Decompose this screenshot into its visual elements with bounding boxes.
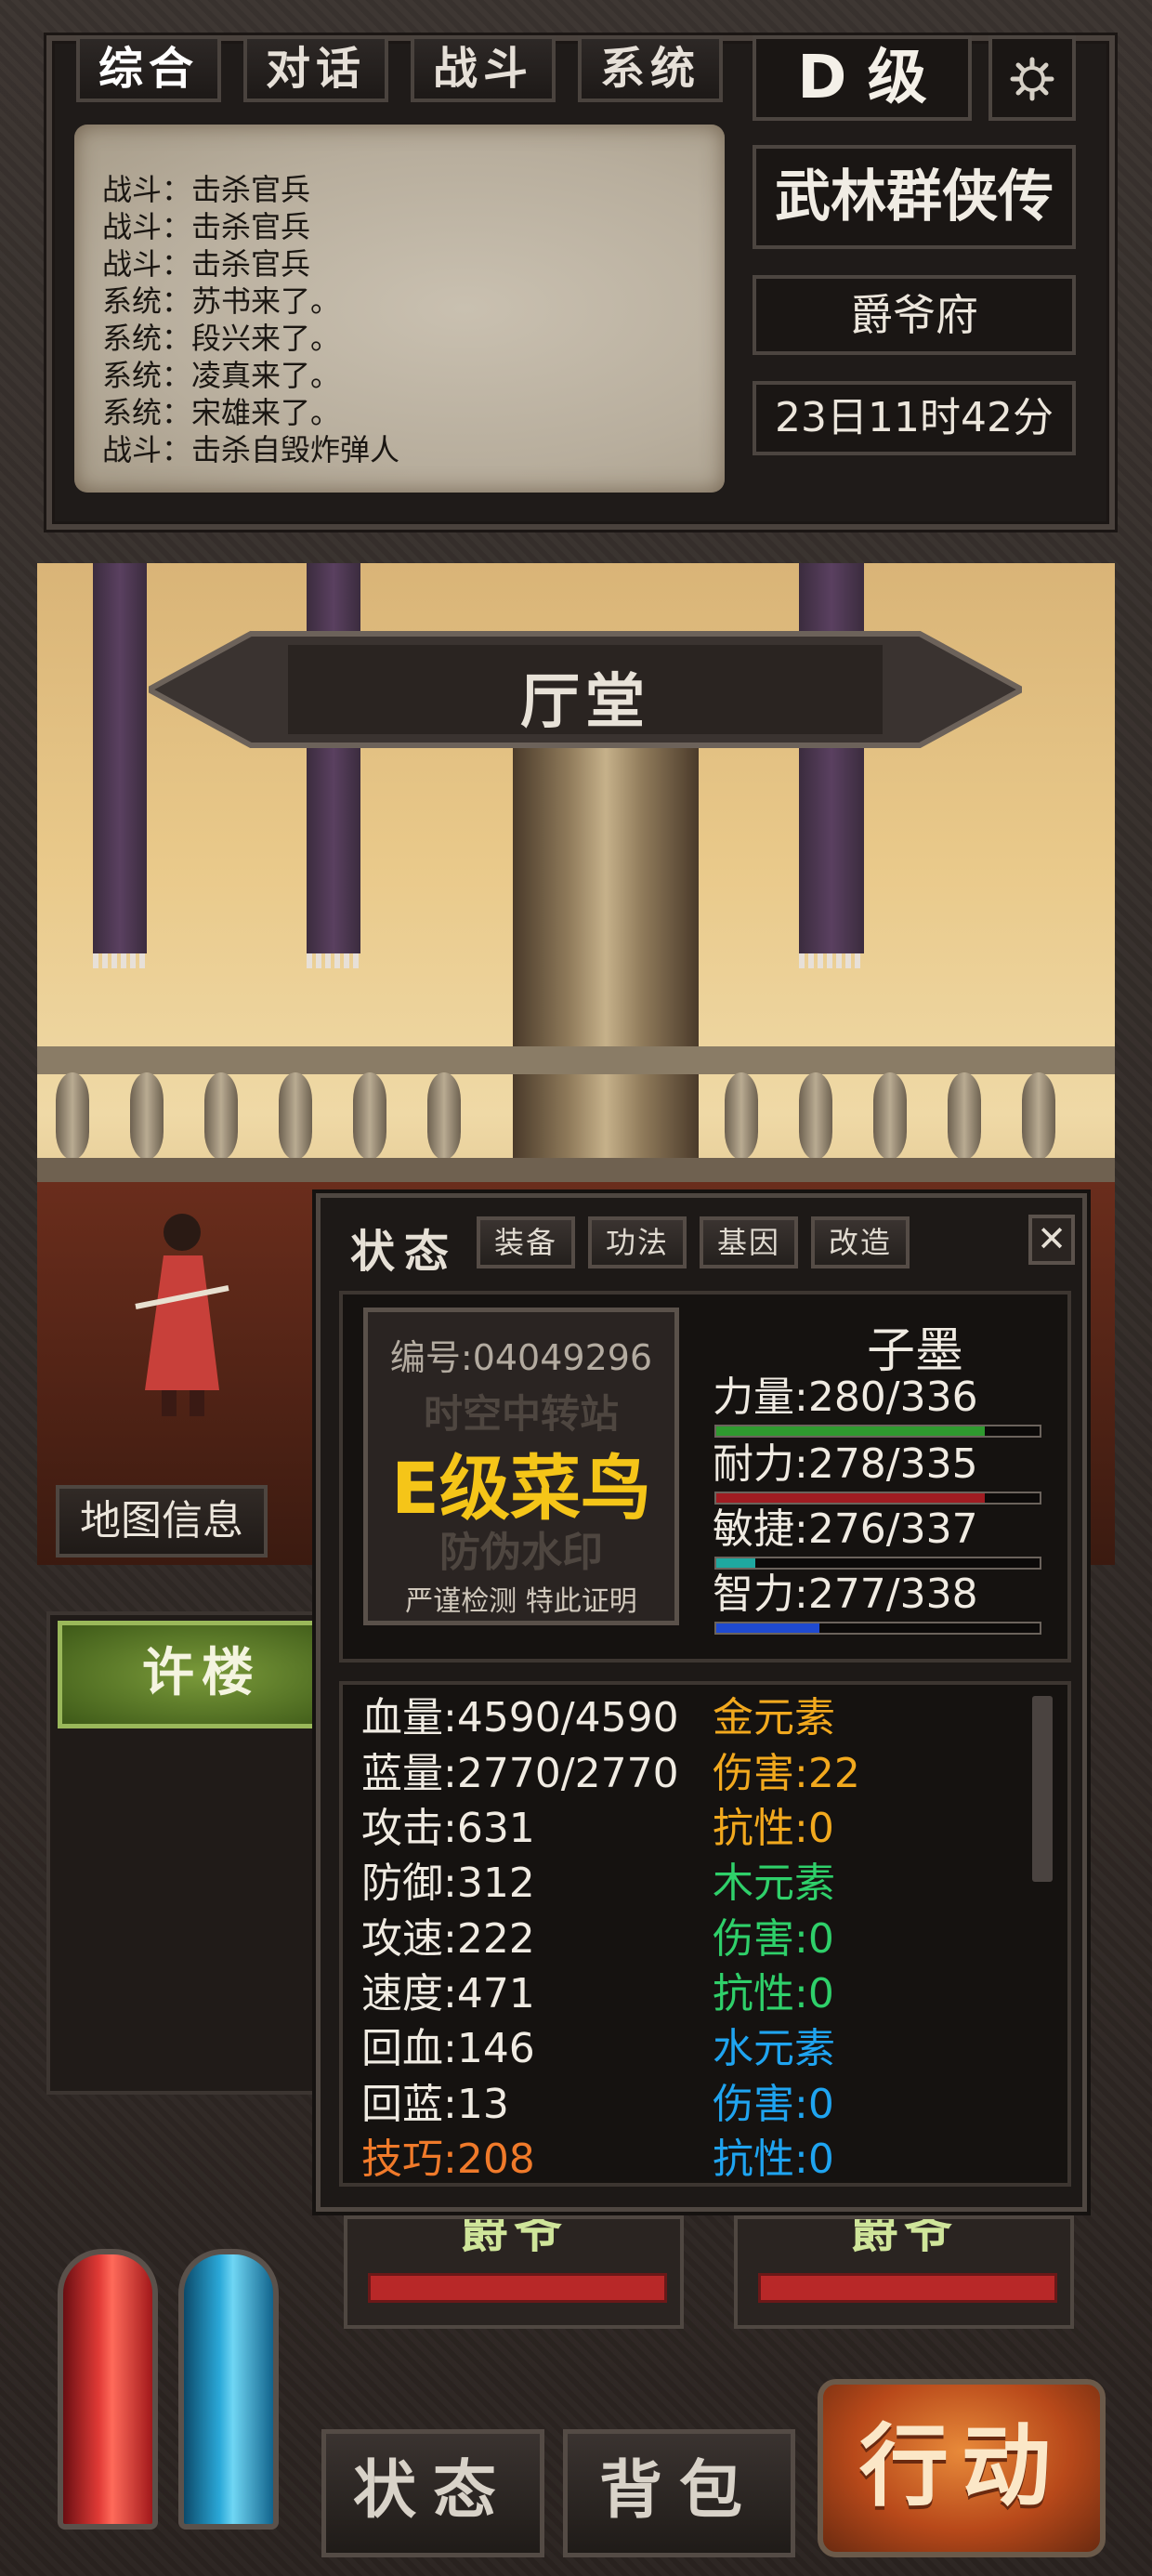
settings-button[interactable] xyxy=(988,35,1076,121)
log-line: 系统：凌真来了。 xyxy=(102,358,341,393)
game-time: 23日11时42分 xyxy=(753,381,1076,455)
game-title: 武林群侠传 xyxy=(753,145,1076,249)
stat-hp-regen: 回血:146 xyxy=(361,2025,535,2072)
tab-dialogue[interactable]: 对话 xyxy=(243,35,388,102)
stat-mp: 蓝量:2770/2770 xyxy=(361,1750,679,1797)
player-character[interactable] xyxy=(117,1204,247,1418)
action-button[interactable]: 行动 xyxy=(818,2379,1106,2557)
stamp-footer: 严谨检测 特此证明 xyxy=(405,1585,637,1618)
stat-wood-resist: 抗性:0 xyxy=(713,1970,834,2017)
attr-strength: 力量:280/336 xyxy=(713,1373,978,1421)
close-button[interactable]: ✕ xyxy=(1028,1215,1075,1265)
hanging-banner xyxy=(93,563,147,968)
message-log[interactable]: 战斗：击杀官兵 战斗：击杀官兵 战斗：击杀官兵 系统：苏书来了。 系统：段兴来了… xyxy=(74,125,725,493)
baluster xyxy=(799,1072,832,1160)
tab-general[interactable]: 综合 xyxy=(76,35,221,102)
tab-system[interactable]: 系统 xyxy=(578,35,723,102)
watermark-stamp: 编号:04049296 时空中转站 E级菜鸟 防伪水印 严谨检测 特此证明 xyxy=(363,1308,679,1625)
baluster xyxy=(873,1072,907,1160)
map-info-button[interactable]: 地图信息 xyxy=(56,1485,268,1557)
npc-card-name: 爵爷 xyxy=(459,2215,568,2259)
baluster xyxy=(353,1072,386,1160)
stat-speed: 速度:471 xyxy=(361,1970,535,2017)
grade-badge: D 级 xyxy=(753,35,972,121)
tab-combat[interactable]: 战斗 xyxy=(411,35,556,102)
attr-intellect: 智力:277/338 xyxy=(713,1571,978,1618)
intellect-bar-fill xyxy=(716,1623,820,1633)
log-line: 战斗：击杀自毁炸弹人 xyxy=(102,432,400,467)
stat-defense: 防御:312 xyxy=(361,1860,535,1907)
npc-card[interactable]: 爵爷 xyxy=(734,2215,1074,2329)
stat-wood-element: 木元素 xyxy=(713,1860,835,1907)
stat-water-damage: 伤害:0 xyxy=(713,2081,834,2128)
tab-equipment[interactable]: 装备 xyxy=(477,1216,575,1268)
stat-water-element: 水元素 xyxy=(713,2025,835,2072)
stamp-code: 编号:04049296 xyxy=(389,1337,653,1378)
scrollbar[interactable] xyxy=(1032,1696,1053,1882)
hanging-banner xyxy=(799,563,864,968)
gear-icon xyxy=(1010,57,1054,101)
tab-genes[interactable]: 基因 xyxy=(700,1216,798,1268)
stat-metal-damage: 伤害:22 xyxy=(713,1750,860,1797)
stat-hp: 血量:4590/4590 xyxy=(361,1694,679,1741)
baluster xyxy=(279,1072,312,1160)
baluster xyxy=(56,1072,89,1160)
stat-skill: 技巧:208 xyxy=(361,2136,535,2183)
hanging-banner xyxy=(307,563,360,968)
mana-vial xyxy=(178,2249,279,2530)
baluster xyxy=(948,1072,981,1160)
log-line: 系统：段兴来了。 xyxy=(102,321,341,356)
log-line: 战斗：击杀官兵 xyxy=(102,246,311,282)
npc-hp-bar xyxy=(368,2273,667,2303)
status-dialog: 状态 装备 功法 基因 改造 ✕ 编号:04049296 时空中转站 E级菜鸟 … xyxy=(316,1193,1087,2212)
baluster xyxy=(427,1072,461,1160)
baluster xyxy=(204,1072,238,1160)
location-label: 爵爷府 xyxy=(753,275,1076,355)
railing-base xyxy=(37,1158,1115,1182)
railing xyxy=(37,1046,1115,1074)
bag-button[interactable]: 背包 xyxy=(563,2429,795,2557)
baluster xyxy=(1022,1072,1055,1160)
stat-wood-damage: 伤害:0 xyxy=(713,1915,834,1963)
log-line: 系统：宋雄来了。 xyxy=(102,395,341,430)
npc-hp-bar xyxy=(758,2273,1057,2303)
stat-attack-speed: 攻速:222 xyxy=(361,1915,535,1963)
npc-button[interactable]: 许楼 xyxy=(58,1621,346,1728)
stat-metal-resist: 抗性:0 xyxy=(713,1805,834,1852)
tab-modify[interactable]: 改造 xyxy=(811,1216,910,1268)
tab-skills[interactable]: 功法 xyxy=(588,1216,687,1268)
npc-card-name: 爵爷 xyxy=(849,2215,958,2259)
npc-card[interactable]: 爵爷 xyxy=(344,2215,684,2329)
stat-attack: 攻击:631 xyxy=(361,1805,535,1852)
stat-mp-regen: 回蓝:13 xyxy=(361,2081,509,2128)
dialog-title: 状态 xyxy=(350,1226,459,1278)
baluster xyxy=(130,1072,164,1160)
intellect-bar xyxy=(714,1622,1041,1635)
stat-water-resist: 抗性:0 xyxy=(713,2136,834,2183)
log-line: 战斗：击杀官兵 xyxy=(102,172,311,207)
scene-title: 厅堂 xyxy=(520,668,650,737)
health-vial xyxy=(58,2249,158,2530)
log-line: 系统：苏书来了。 xyxy=(102,283,341,319)
log-line: 战斗：击杀官兵 xyxy=(102,209,311,244)
stamp-text: 防伪水印 xyxy=(439,1529,603,1576)
attr-stamina: 耐力:278/335 xyxy=(713,1440,978,1488)
attr-agility: 敏捷:276/337 xyxy=(713,1505,978,1553)
stat-metal-element: 金元素 xyxy=(713,1694,835,1741)
status-button[interactable]: 状态 xyxy=(321,2429,544,2557)
baluster xyxy=(725,1072,758,1160)
